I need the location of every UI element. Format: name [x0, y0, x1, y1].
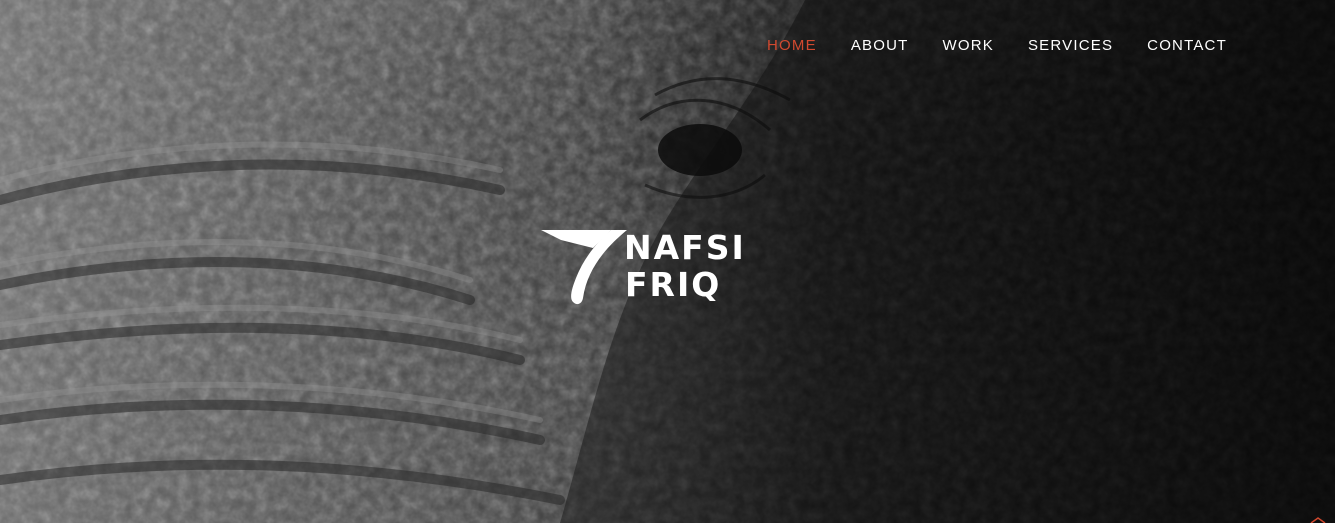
nav-about-link[interactable]: ABOUT	[851, 37, 909, 55]
stylized-a-arrow-icon	[541, 230, 627, 305]
logo-wordmark: NAFSI FRIQ	[624, 229, 746, 303]
nav-work-link[interactable]: WORK	[943, 37, 994, 55]
nav-contact-link[interactable]: CONTACT	[1147, 37, 1227, 55]
nav-home-link[interactable]: HOME	[767, 37, 817, 55]
logo-line-1: NAFSI	[624, 228, 746, 267]
site-logo[interactable]: NAFSI FRIQ	[541, 226, 781, 308]
hero-section: HOME ABOUT WORK SERVICES CONTACT NAFSI F…	[0, 0, 1335, 523]
logo-line-2: FRIQ	[625, 265, 722, 304]
corner-accent-mark	[1310, 517, 1326, 523]
nav-services-link[interactable]: SERVICES	[1028, 37, 1113, 55]
main-navigation: HOME ABOUT WORK SERVICES CONTACT	[767, 37, 1261, 55]
